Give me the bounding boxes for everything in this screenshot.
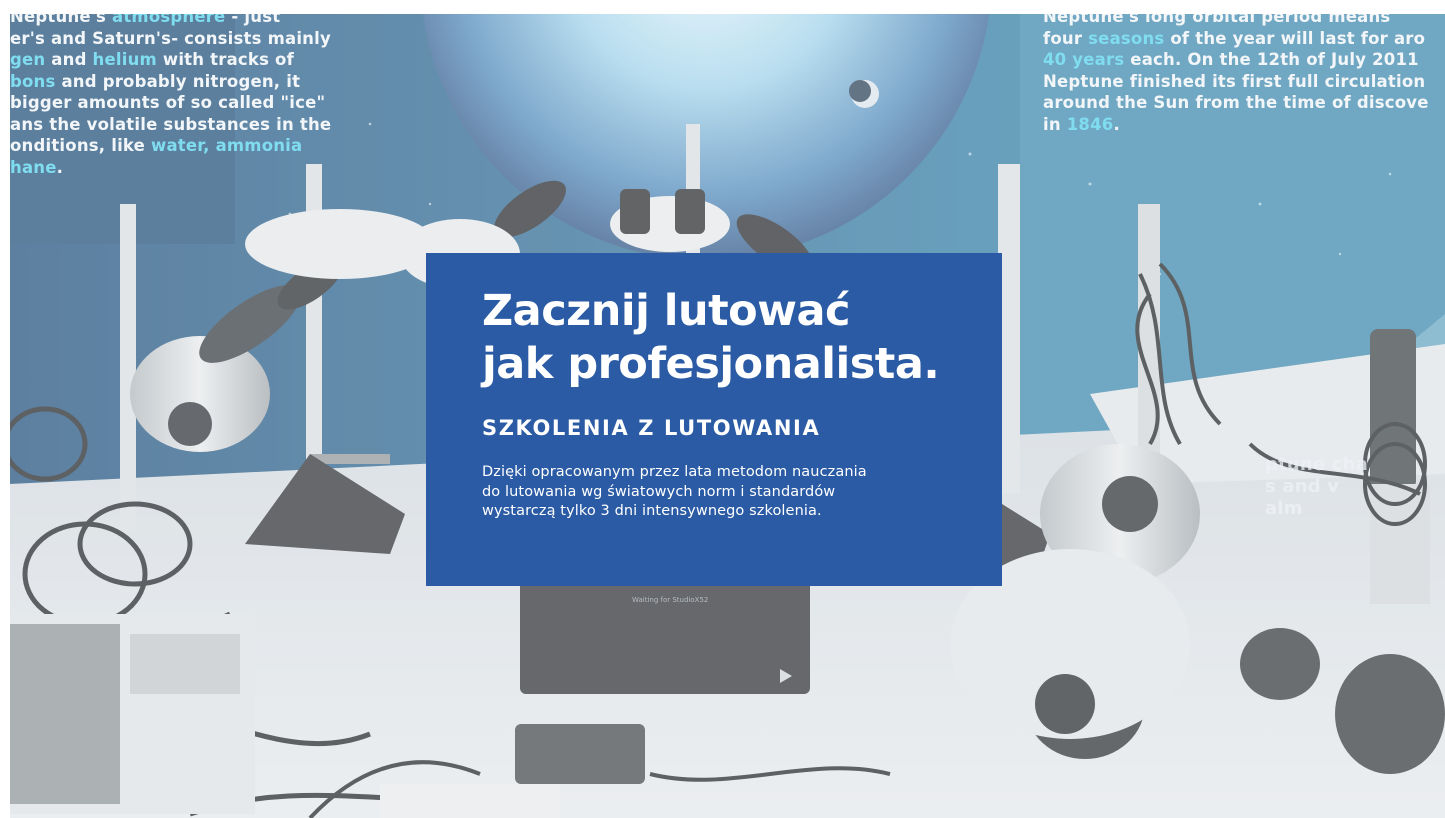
- hero-banner: Neptune's atmosphere - just er's and Sat…: [10, 14, 1445, 818]
- hero-description: Dzięki opracowanym przez lata metodom na…: [482, 463, 946, 522]
- hero-title: Zacznij lutować jak profesjonalista.: [482, 285, 946, 391]
- hero-title-line-2: jak profesjonalista.: [482, 339, 940, 389]
- hero-description-line-2: do lutowania wg światowych norm i standa…: [482, 483, 836, 500]
- hero-subtitle: SZKOLENIA Z LUTOWANIA: [482, 416, 821, 440]
- hero-description-line-1: Dzięki opracowanym przez lata metodom na…: [482, 464, 867, 480]
- hero-description-line-3: wystarczą tylko 3 dni intensywnego szkol…: [482, 503, 822, 519]
- page: Neptune's atmosphere - just er's and Sat…: [0, 0, 1445, 818]
- hero-card: Zacznij lutować jak profesjonalista. SZK…: [426, 253, 1002, 586]
- hero-title-line-1: Zacznij lutować: [482, 286, 850, 336]
